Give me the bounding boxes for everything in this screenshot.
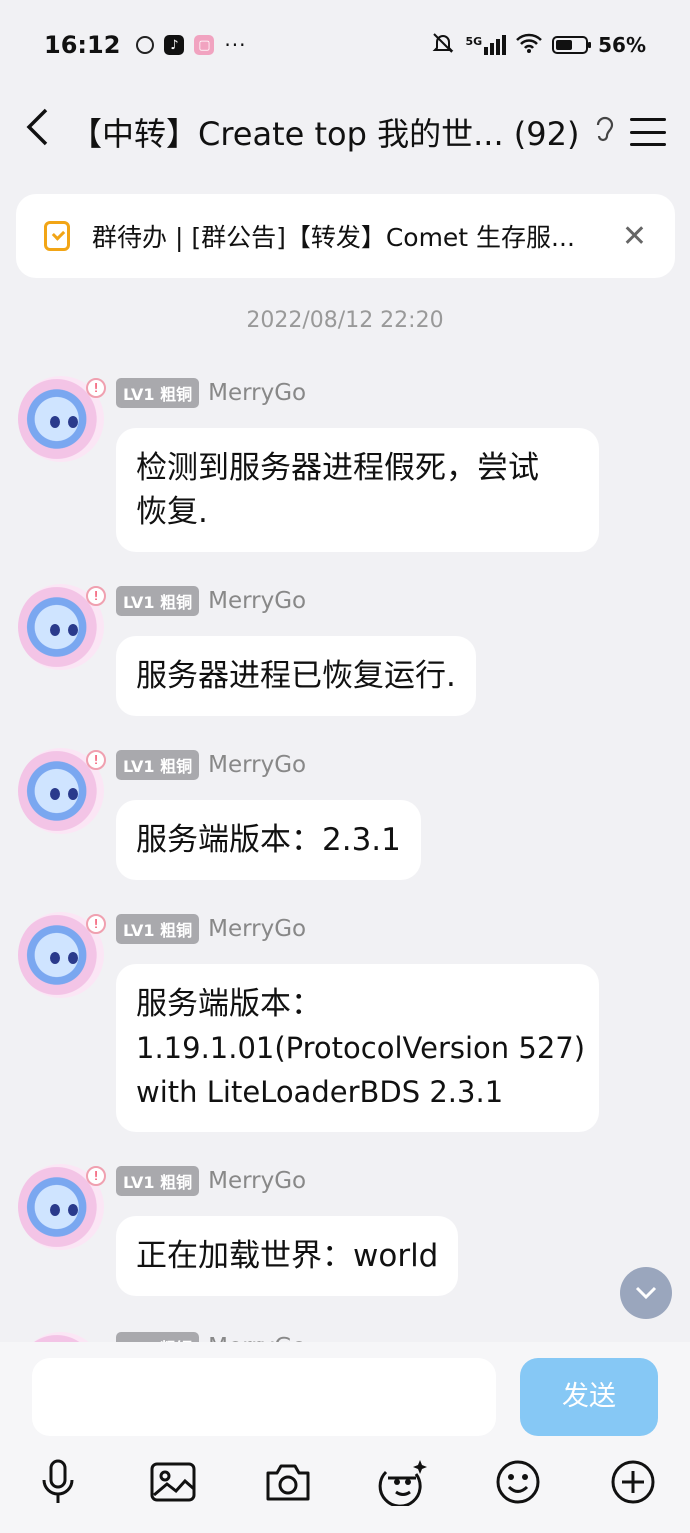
group-todo-banner[interactable]: 群待办 | [群公告]【转发】Comet 生存服... ✕ [16,194,675,278]
close-icon[interactable]: ✕ [622,219,647,254]
message-line: 正在加载世界：world [136,1238,439,1274]
avatar[interactable]: ! [18,748,106,834]
avatar[interactable]: ! [18,1164,106,1250]
mute-icon [431,31,455,60]
battery-percent: 56% [598,33,646,57]
status-time: 16:12 [44,31,121,59]
avatar[interactable]: ! [18,584,106,670]
message-line: 服务器进程已恢复运行. [136,658,456,694]
message-bubble[interactable]: 服务端版本： 1.19.1.01(ProtocolVersion 527) wi… [116,964,599,1132]
back-icon[interactable] [24,107,64,158]
message-line: 服务端版本： [136,986,322,1022]
date-separator: 2022/08/12 22:20 [246,308,444,333]
avatar[interactable]: ! [18,376,106,462]
send-button[interactable]: 发送 [520,1358,658,1436]
menu-icon[interactable] [630,118,666,146]
level-badge: LV1 粗铜 [116,914,200,944]
sender-name[interactable]: MerryGo [208,916,306,942]
sender-name[interactable]: MerryGo [208,380,306,406]
status-bar: 16:12 ♪ ▢ ··· 5G 56% [0,0,690,90]
level-badge: LV1 粗铜 [116,586,200,616]
level-badge: LV1 粗铜 [116,750,200,780]
todo-banner-text[interactable]: 群待办 | [群公告]【转发】Comet 生存服... [92,218,612,254]
more-icon: ··· [224,33,247,57]
message-bubble[interactable]: 正在加载世界：world [116,1216,459,1296]
camera-icon[interactable] [260,1454,316,1510]
composer: 发送 [0,1342,690,1533]
message-bubble[interactable]: 服务端版本：2.3.1 [116,800,421,880]
tiktok-icon: ♪ [164,35,185,55]
level-badge: LV1 粗铜 [116,378,200,408]
todo-icon [44,221,70,251]
wifi-icon [516,33,543,58]
network-label: 5G [465,35,483,48]
emoji-pack-icon[interactable] [375,1454,431,1510]
battery-icon [552,36,592,54]
message-line: 1.19.1.01(ProtocolVersion 527) [136,1031,586,1065]
message-line: with LiteLoaderBDS 2.3.1 [136,1075,504,1109]
composer-toolbar [0,1454,690,1514]
sender-name[interactable]: MerryGo [208,588,306,614]
sender-name[interactable]: MerryGo [208,1168,306,1194]
app-icon [136,36,155,54]
chat-header: 【中转】Create top 我的世... (92) [0,90,690,174]
battery-fill [556,40,573,50]
message-line: 服务端版本：2.3.1 [136,822,401,858]
message-bubble[interactable]: 服务器进程已恢复运行. [116,636,476,716]
message-input[interactable] [32,1358,496,1436]
message-bubble[interactable]: 检测到服务器进程假死，尝试 恢复. [116,428,599,552]
message-line: 检测到服务器进程假死，尝试 [136,450,539,486]
signal-icon: 5G [465,35,507,55]
chevron-down-icon [635,1286,657,1300]
smile-icon[interactable] [490,1454,546,1510]
message-line: 恢复. [136,494,208,530]
chat-title[interactable]: 【中转】Create top 我的世... (92) [70,109,580,155]
plus-icon[interactable] [605,1454,661,1510]
sender-name[interactable]: MerryGo [208,752,306,778]
avatar[interactable]: ! [18,912,106,998]
ear-icon[interactable] [594,114,616,151]
scroll-down-button[interactable] [620,1267,672,1319]
level-badge: LV1 粗铜 [116,1166,200,1196]
microphone-icon[interactable] [30,1454,86,1510]
app-icon: ▢ [194,35,215,55]
image-icon[interactable] [145,1454,201,1510]
